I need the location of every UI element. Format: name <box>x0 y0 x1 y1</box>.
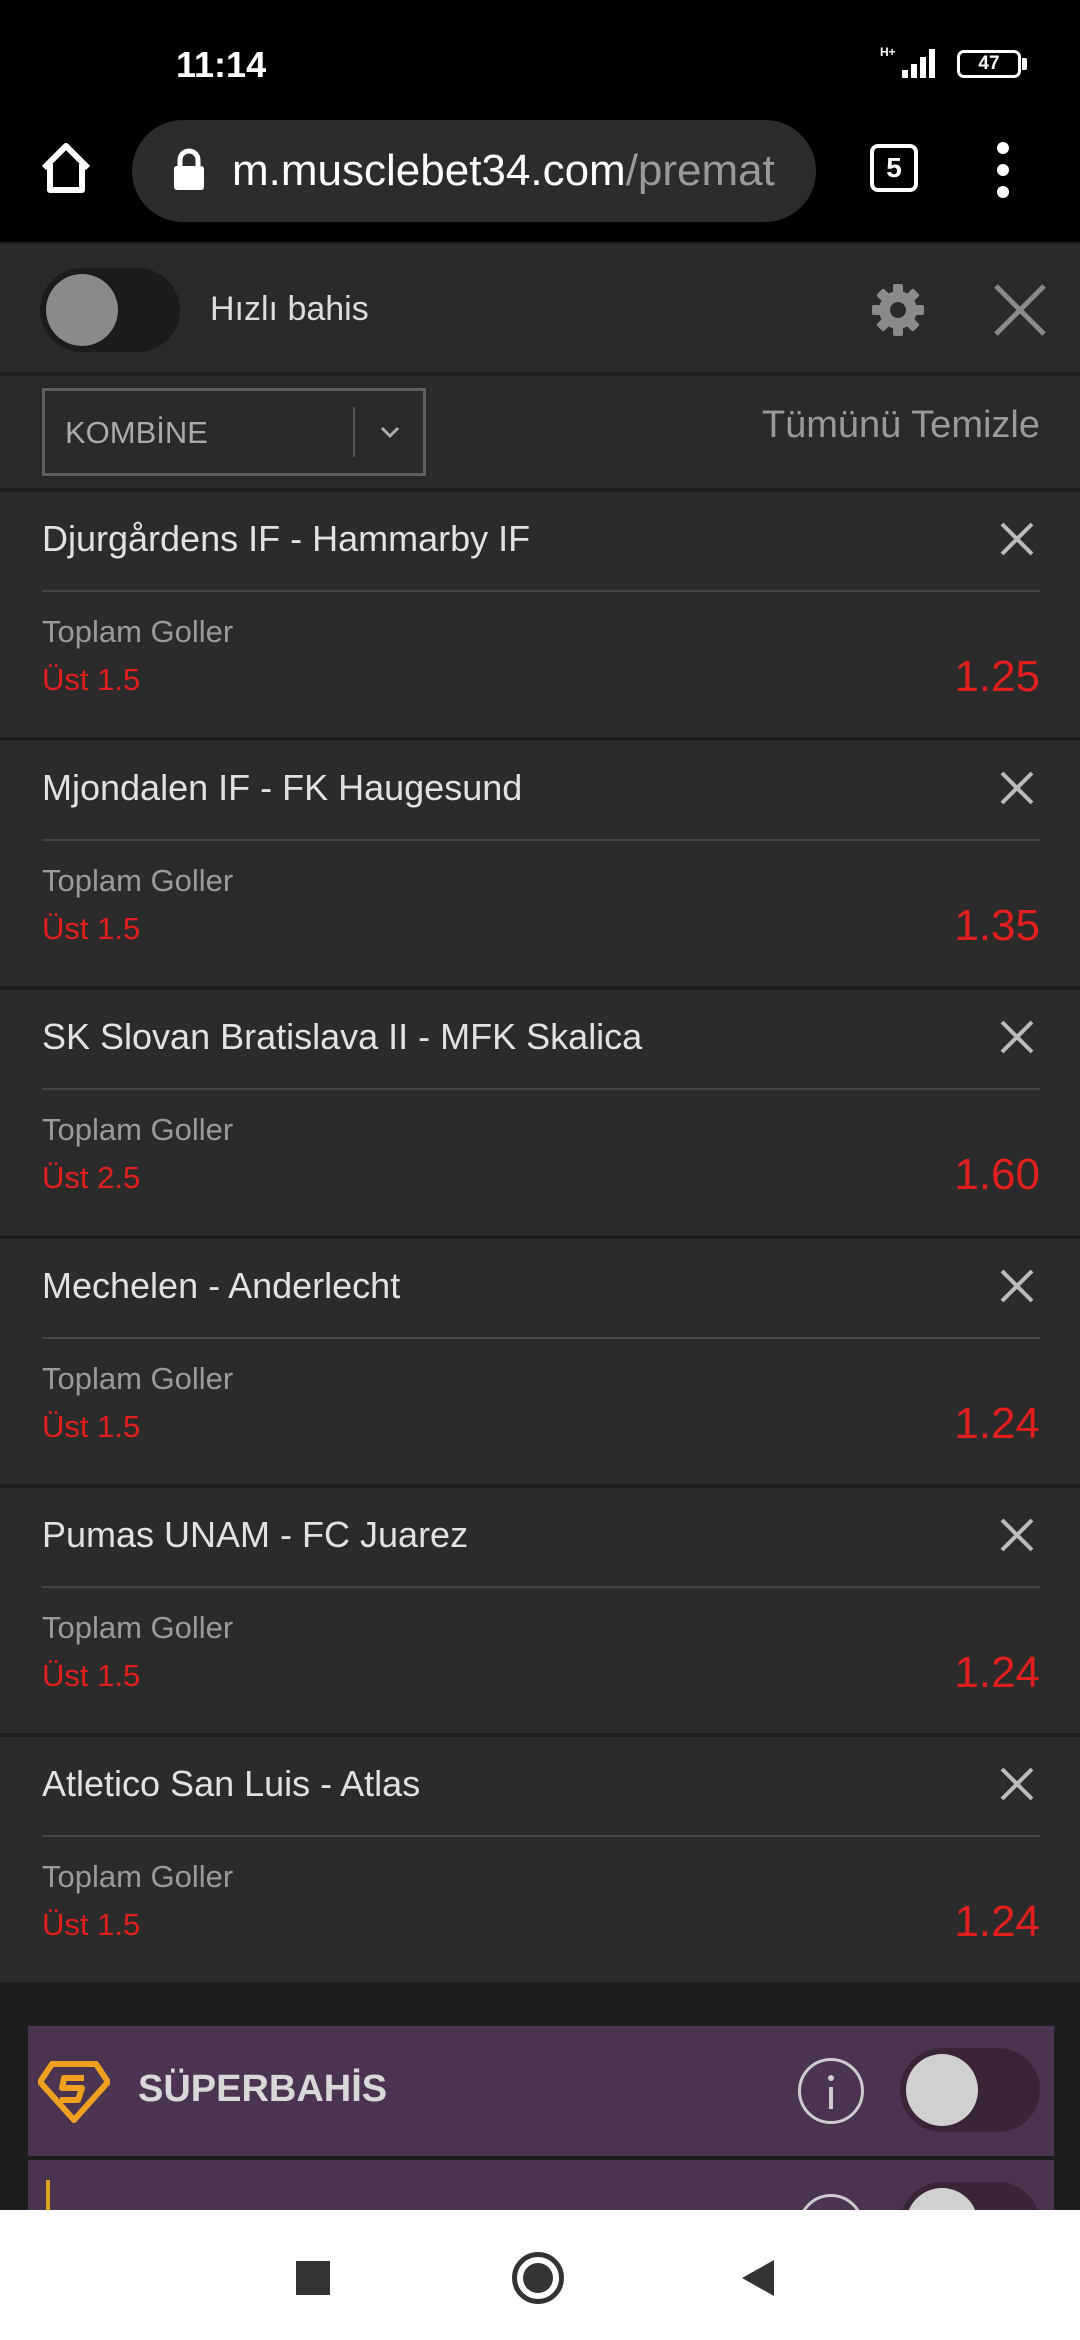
gear-icon[interactable] <box>868 280 928 340</box>
match-name: SK Slovan Bratislava II - MFK Skalica <box>42 1016 643 1057</box>
battery-nub <box>1022 58 1027 70</box>
promo-toggle[interactable] <box>900 2182 1040 2210</box>
bet-item: Djurgårdens IF - Hammarby IF Toplam Goll… <box>0 492 1080 737</box>
bet-item: SK Slovan Bratislava II - MFK Skalica To… <box>0 990 1080 1235</box>
divider <box>42 1088 1040 1090</box>
odds-value: 1.24 <box>954 1897 1040 1946</box>
remove-bet-icon[interactable] <box>996 1514 1038 1556</box>
divider <box>42 1835 1040 1837</box>
divider <box>42 1586 1040 1588</box>
remove-bet-icon[interactable] <box>996 1265 1038 1307</box>
match-name: Mjondalen IF - FK Haugesund <box>42 767 523 808</box>
promo-icon <box>46 2180 86 2210</box>
market-name: Toplam Goller <box>42 614 234 649</box>
market-name: Toplam Goller <box>42 863 234 898</box>
divider <box>42 590 1040 592</box>
battery-level: 47 <box>978 53 1000 74</box>
bet-item: Mechelen - Anderlecht Toplam Goller Üst … <box>0 1239 1080 1484</box>
bet-item: Mjondalen IF - FK Haugesund Toplam Golle… <box>0 741 1080 986</box>
superbahis-row: SÜPERBAHİS <box>28 2026 1054 2156</box>
url-domain: m.musclebet34.com <box>232 146 626 195</box>
market-name: Toplam Goller <box>42 1112 234 1147</box>
superbahis-logo-icon <box>38 2061 110 2123</box>
remove-bet-icon[interactable] <box>996 1016 1038 1058</box>
odds-value: 1.24 <box>954 1399 1040 1448</box>
selection-name: Üst 1.5 <box>42 662 141 697</box>
promo-row-partial <box>28 2160 1054 2210</box>
battery-icon: 47 <box>957 50 1021 78</box>
home-nav-icon[interactable] <box>512 2252 564 2304</box>
system-nav-bar <box>0 2210 1080 2340</box>
status-time: 11:14 <box>176 44 267 85</box>
selection-name: Üst 1.5 <box>42 1658 141 1693</box>
chevron-down-icon <box>380 426 400 439</box>
odds-value: 1.35 <box>954 901 1040 950</box>
status-bar: 11:14 H+ 47 <box>0 0 1080 120</box>
match-name: Djurgårdens IF - Hammarby IF <box>42 518 531 559</box>
bet-item: Atletico San Luis - Atlas Toplam Goller … <box>0 1737 1080 1982</box>
odds-value: 1.25 <box>954 652 1040 701</box>
selection-name: Üst 1.5 <box>42 1907 141 1942</box>
odds-value: 1.60 <box>954 1150 1040 1199</box>
bet-item: Pumas UNAM - FC Juarez Toplam Goller Üst… <box>0 1488 1080 1733</box>
market-name: Toplam Goller <box>42 1859 234 1894</box>
superbahis-label: SÜPERBAHİS <box>138 2068 388 2110</box>
selection-name: Üst 2.5 <box>42 1160 141 1195</box>
match-name: Pumas UNAM - FC Juarez <box>42 1514 469 1555</box>
network-type: H+ <box>880 45 896 59</box>
selection-name: Üst 1.5 <box>42 1409 141 1444</box>
info-icon[interactable] <box>798 2194 864 2210</box>
tabs-icon[interactable]: 5 <box>870 144 918 192</box>
info-icon[interactable] <box>798 2058 864 2124</box>
back-icon[interactable] <box>742 2260 774 2296</box>
browser-toolbar: m.musclebet34.com/premat 5 <box>0 120 1080 242</box>
close-icon[interactable] <box>990 280 1050 340</box>
bet-list: Djurgårdens IF - Hammarby IF Toplam Goll… <box>0 492 1080 1986</box>
match-name: Atletico San Luis - Atlas <box>42 1763 421 1804</box>
address-bar[interactable]: m.musclebet34.com/premat <box>132 120 816 222</box>
bet-type-select[interactable]: KOMBİNE <box>42 388 426 476</box>
quick-bet-toggle[interactable] <box>40 268 180 352</box>
match-name: Mechelen - Anderlecht <box>42 1265 401 1306</box>
bet-type-bar: KOMBİNE Tümünü Temizle <box>0 376 1080 488</box>
market-name: Toplam Goller <box>42 1610 234 1645</box>
url-path: /premat <box>625 146 775 195</box>
divider <box>42 839 1040 841</box>
recents-icon[interactable] <box>296 2261 330 2295</box>
remove-bet-icon[interactable] <box>996 767 1038 809</box>
odds-value: 1.24 <box>954 1648 1040 1697</box>
remove-bet-icon[interactable] <box>996 518 1038 560</box>
superbahis-toggle[interactable] <box>900 2048 1040 2132</box>
more-menu-icon[interactable] <box>996 142 1010 198</box>
remove-bet-icon[interactable] <box>996 1763 1038 1805</box>
lock-icon <box>174 148 204 190</box>
signal-icon: H+ <box>880 45 935 78</box>
betslip: Hızlı bahis KOMBİNE Tümünü Temizle Djurg… <box>0 242 1080 2210</box>
clear-all-button[interactable]: Tümünü Temizle <box>762 404 1040 447</box>
market-name: Toplam Goller <box>42 1361 234 1396</box>
home-icon[interactable] <box>36 138 96 198</box>
quick-bet-bar: Hızlı bahis <box>0 244 1080 372</box>
quick-bet-label: Hızlı bahis <box>210 290 369 328</box>
selection-name: Üst 1.5 <box>42 911 141 946</box>
divider <box>42 1337 1040 1339</box>
bet-type-value: KOMBİNE <box>65 415 208 450</box>
url-text[interactable]: m.musclebet34.com/premat <box>232 146 775 196</box>
select-divider <box>353 407 355 457</box>
